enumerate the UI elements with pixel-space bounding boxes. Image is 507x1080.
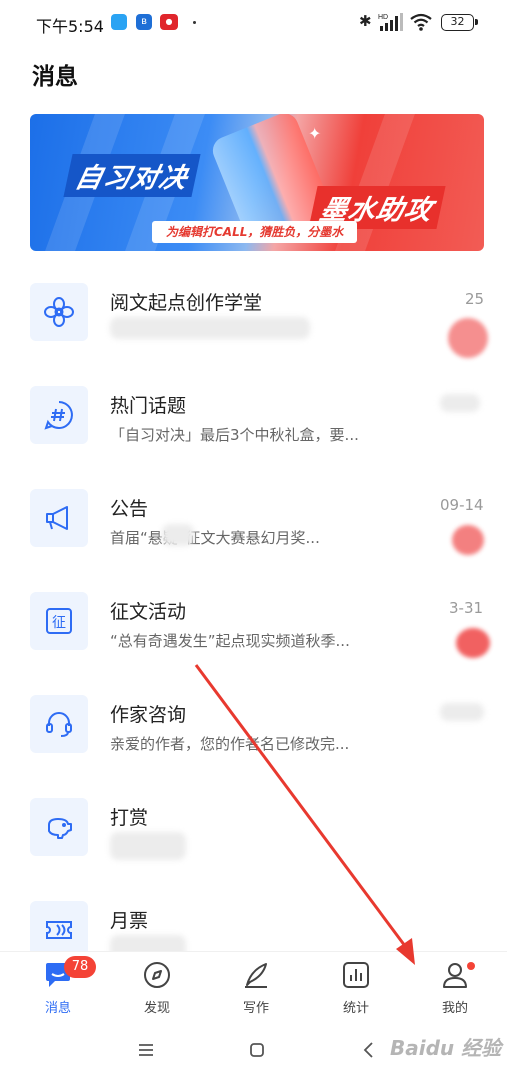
nav-label: 我的 [441,1001,468,1016]
message-item-hot-topics[interactable]: 热门话题 「自习对决」最后3个中秋礼盒，要... [0,366,507,469]
app-notification-icon: ● [160,14,178,30]
redacted-preview [110,832,186,860]
flower-icon [30,283,88,341]
wifi-icon [410,13,432,31]
redacted-date [440,703,484,721]
headset-icon [30,695,88,753]
status-bar: 下午5:54 ʙ ● ✱ HD 32 [0,0,507,44]
message-title: 打赏 [110,807,149,829]
chart-icon [343,962,369,988]
menu-icon[interactable] [134,1039,158,1061]
redacted-text [162,524,194,546]
app-notification-icon [111,14,127,30]
message-preview: 亲爱的作者，您的作者名已修改完... [110,735,350,753]
message-item-announcement[interactable]: 公告 首届“悬疑”征文大赛悬幻月奖... 09-14 [0,469,507,572]
page-title: 消息 [32,64,78,90]
svg-text:HD: HD [378,14,388,21]
redacted-preview [110,317,310,339]
nav-label: 统计 [342,1001,369,1016]
nav-write[interactable]: 写作 [216,960,296,1020]
unread-indicator [448,318,488,358]
svg-text:征: 征 [52,615,66,631]
redacted-date [440,394,480,412]
message-preview: 首届“悬疑”征文大赛悬幻月奖... [110,529,320,547]
bottom-nav: 消息 78 发现 写作 统计 我的 [0,951,507,1021]
message-preview: 「自习对决」最后3个中秋礼盒，要... [110,426,359,444]
banner-left-text: 自习对决 [72,163,191,194]
message-item-consult[interactable]: 作家咨询 亲爱的作者，您的作者名已修改完... [0,675,507,778]
screen: 下午5:54 ʙ ● ✱ HD 32 消息 ✦ 自习对决 墨水助攻 为编辑打CA… [0,0,507,1080]
unread-indicator [456,628,490,658]
back-icon[interactable] [357,1039,381,1061]
message-preview: “总有奇遇发生”起点现实频道秋季... [110,632,350,650]
notification-dot [467,962,475,970]
more-notifications-dot [193,21,196,24]
nav-profile[interactable]: 我的 [415,960,495,1020]
unread-badge: 78 [64,956,96,978]
app-notification-icon: ʙ [136,14,152,30]
nav-discover[interactable]: 发现 [117,960,197,1020]
signal-icon: HD [378,13,403,31]
unread-indicator [452,525,484,555]
nav-label: 写作 [242,1001,269,1016]
ticket-icon [30,901,88,951]
promo-banner[interactable]: ✦ 自习对决 墨水助攻 为编辑打CALL，猜胜负，分墨水 [30,114,484,251]
message-item-academy[interactable]: 阅文起点创作学堂 25 [0,263,507,366]
nav-label: 消息 [44,1001,71,1016]
message-title: 阅文起点创作学堂 [110,292,263,314]
message-date: 3-31 [449,599,484,617]
message-item-contest[interactable]: 征 征文活动 “总有奇遇发生”起点现实频道秋季... 3-31 [0,572,507,675]
piggy-bank-icon [30,798,88,856]
sparkle-icon: ✦ [308,124,322,143]
message-title: 征文活动 [110,601,187,623]
message-title: 作家咨询 [110,704,187,726]
banner-subtitle: 为编辑打CALL，猜胜负，分墨水 [152,221,358,243]
battery-indicator: 32 [441,14,478,31]
message-date: 09-14 [440,496,484,514]
profile-icon [443,963,467,988]
contest-icon: 征 [30,592,88,650]
message-date: 25 [465,290,485,308]
watermark-logo: Baidu 经验 [390,1036,502,1060]
bluetooth-icon: ✱ [359,12,372,30]
compass-icon [144,962,170,988]
nav-stats[interactable]: 统计 [316,960,396,1020]
home-icon[interactable] [245,1039,269,1061]
redacted-preview [110,935,186,951]
message-title: 月票 [110,910,149,932]
message-item-tips[interactable]: 打赏 [0,778,507,881]
message-title: 公告 [110,498,149,520]
pen-icon [245,963,267,988]
message-title: 热门话题 [110,395,187,417]
hashtag-icon [30,386,88,444]
message-list: 阅文起点创作学堂 25 热门话题 「自习对决」最后3个中秋礼盒，要... 公告 … [0,263,507,951]
nav-messages[interactable]: 消息 78 [18,956,98,1020]
status-time: 下午5:54 [36,17,104,36]
message-item-monthly-ticket[interactable]: 月票 [0,881,507,951]
megaphone-icon [30,489,88,547]
nav-label: 发现 [143,1001,170,1016]
banner-left-tag: 自习对决 [63,154,201,197]
